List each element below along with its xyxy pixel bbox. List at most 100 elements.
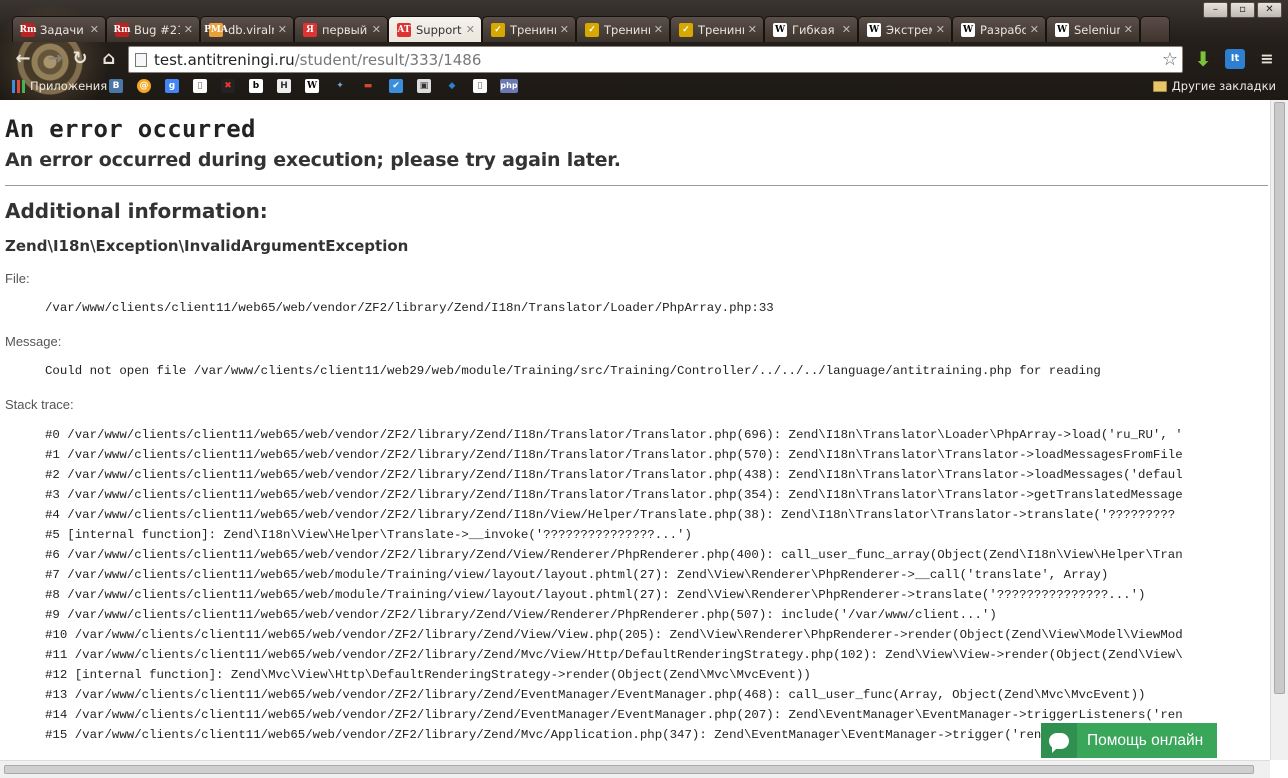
file-label: File: [5,271,30,286]
stack-trace-line: #12 [internal function]: Zend\Mvc\View\H… [45,668,811,682]
b-bookmark-icon[interactable]: b [249,79,263,93]
tab-title: Задачи [40,22,84,37]
doc-bookmark-icon[interactable]: ▯ [473,79,487,93]
message-label: Message: [5,334,62,349]
tab-favicon-icon: PMA [204,22,228,37]
download-extension-icon[interactable]: ⬇ [1193,49,1213,69]
tab-favicon-icon: W [961,22,975,37]
stack-trace-line: #3 /var/www/clients/client11/web65/web/v… [45,488,1183,502]
browser-tab[interactable]: W Гибкая ✕ [764,16,858,42]
save-bookmark-icon[interactable]: ▣ [417,79,431,93]
tab-close-icon[interactable]: ✕ [1124,23,1133,36]
back-arrow-icon[interactable]: ← [12,48,34,70]
vertical-scroll-thumb[interactable] [1274,102,1285,694]
error-subtitle: An error occurred during execution; plea… [5,149,621,171]
tab-close-icon[interactable]: ✕ [90,23,99,36]
browser-tab[interactable]: ✓ Тренинг ✕ [670,16,764,42]
horizontal-scroll-thumb[interactable] [4,765,1254,774]
tab-close-icon[interactable]: ✕ [278,23,287,36]
browser-tab[interactable]: AT Support ✕ [388,16,482,42]
tab-title: Гибкая [792,22,835,37]
new-tab-button[interactable] [1140,16,1170,42]
tab-title: первый [322,22,368,37]
stack-trace-line: #6 /var/www/clients/client11/web65/web/v… [45,548,1183,562]
tab-close-icon[interactable]: ✕ [654,23,663,36]
stack-trace-line: #11 /var/www/clients/client11/web65/web/… [45,648,1183,662]
horizontal-scrollbar[interactable] [0,760,1270,778]
error-page: An error occurred An error occurred duri… [5,100,1268,760]
tab-strip: Rm Задачи ✕ Rm Bug #21 ✕ PMA db.viralr ✕ Япервый ✕… [12,16,1170,42]
browser-tab[interactable]: Япервый ✕ [294,16,388,42]
it-extension-icon[interactable]: It [1225,49,1245,69]
stack-trace-line: #13 /var/www/clients/client11/web65/web/… [45,688,1146,702]
vk-bookmark-icon[interactable]: B [109,79,123,93]
maximize-button[interactable]: ▫ [1230,2,1255,18]
page-bookmark-icon[interactable]: ▯ [193,79,207,93]
bookmark-star-icon[interactable]: ☆ [1162,49,1178,70]
reload-icon[interactable]: ↻ [69,48,91,70]
tab-close-icon[interactable]: ✕ [466,23,475,36]
php-bookmark-icon[interactable]: php [500,79,518,93]
browser-tab[interactable]: W Selenium ✕ [1046,16,1140,42]
tab-close-icon[interactable]: ✕ [748,23,757,36]
window-controls: – ▫ ✕ [1201,2,1282,18]
forward-arrow-icon[interactable]: → [44,48,66,70]
menu-icon[interactable]: ≡ [1257,49,1277,69]
close-window-button[interactable]: ✕ [1257,2,1282,18]
online-help-button[interactable]: Помощь онлайн [1041,723,1217,758]
address-bar[interactable]: test.antitreningi.ru/student/result/333/… [128,46,1183,73]
other-bookmarks[interactable]: Другие закладки [1152,79,1276,93]
stack-trace-line: #1 /var/www/clients/client11/web65/web/v… [45,448,1183,462]
browser-tab[interactable]: Rm Задачи ✕ [12,16,106,42]
browser-tab[interactable]: W Разрабо ✕ [952,16,1046,42]
stack-trace-line: #2 /var/www/clients/client11/web65/web/v… [45,468,1183,482]
stack-trace-line: #4 /var/www/clients/client11/web65/web/v… [45,508,1176,522]
apps-grid-icon [12,79,25,93]
tab-title: Support [416,22,462,37]
minimize-button[interactable]: – [1203,2,1228,18]
vertical-scrollbar[interactable] [1270,100,1288,760]
check-bookmark-icon[interactable]: ✔ [389,79,403,93]
online-help-label: Помощь онлайн [1087,731,1204,749]
browser-tab[interactable]: W Экстрем ✕ [858,16,952,42]
stack-trace: #0 /var/www/clients/client11/web65/web/v… [45,425,1268,745]
bookmarks-bar: Приложения B @ g ▯ ✖ b H W ✦ ▬ ✔ ▣ ◆ ▯ p… [0,76,1288,98]
stack-trace-line: #14 /var/www/clients/client11/web65/web/… [45,708,1183,722]
browser-toolbar: ← → ↻ ⌂ test.antitreningi.ru/student/res… [0,42,1288,75]
page-title: An error occurred [5,115,256,143]
url-host: test.antitreningi.ru [154,50,295,69]
apps-bookmark[interactable]: Приложения [12,79,107,93]
bird-bookmark-icon[interactable]: ✦ [333,79,347,93]
browser-tab[interactable]: ✓ Тренинг ✕ [576,16,670,42]
google-bookmark-icon[interactable]: g [165,79,179,93]
stack-trace-line: #5 [internal function]: Zend\I18n\View\H… [45,528,692,542]
stack-trace-line: #0 /var/www/clients/client11/web65/web/v… [45,428,1183,442]
stack-trace-line: #8 /var/www/clients/client11/web65/web/m… [45,588,1146,602]
browser-tab[interactable]: ✓ Тренинг ✕ [482,16,576,42]
tab-close-icon[interactable]: ✕ [842,23,851,36]
tab-close-icon[interactable]: ✕ [1030,23,1039,36]
tab-favicon-icon: ✓ [491,22,505,37]
mail-bookmark-icon[interactable]: @ [137,79,151,93]
tab-close-icon[interactable]: ✕ [560,23,569,36]
browser-tab[interactable]: Rm Bug #21 ✕ [106,16,200,42]
tab-title: Selenium [1074,22,1120,37]
tab-title: Тренинг [604,22,650,37]
page-icon [135,52,147,67]
home-icon[interactable]: ⌂ [98,48,120,70]
tab-close-icon[interactable]: ✕ [936,23,945,36]
dropbox-bookmark-icon[interactable]: ◆ [445,79,459,93]
tab-title: db.viralr [228,22,274,37]
tab-close-icon[interactable]: ✕ [184,23,193,36]
tab-close-icon[interactable]: ✕ [372,23,381,36]
car-bookmark-icon[interactable]: ▬ [361,79,375,93]
tab-favicon-icon: W [773,22,787,37]
h-bookmark-icon[interactable]: H [277,79,291,93]
tool-bookmark-icon[interactable]: ✖ [221,79,235,93]
other-bookmarks-label: Другие закладки [1171,79,1276,93]
tab-title: Разрабо [980,22,1026,37]
wikipedia-bookmark-icon[interactable]: W [305,79,319,93]
chat-icon [1041,723,1077,758]
stack-trace-line: #7 /var/www/clients/client11/web65/web/m… [45,568,1109,582]
browser-tab[interactable]: PMA db.viralr ✕ [200,16,294,42]
